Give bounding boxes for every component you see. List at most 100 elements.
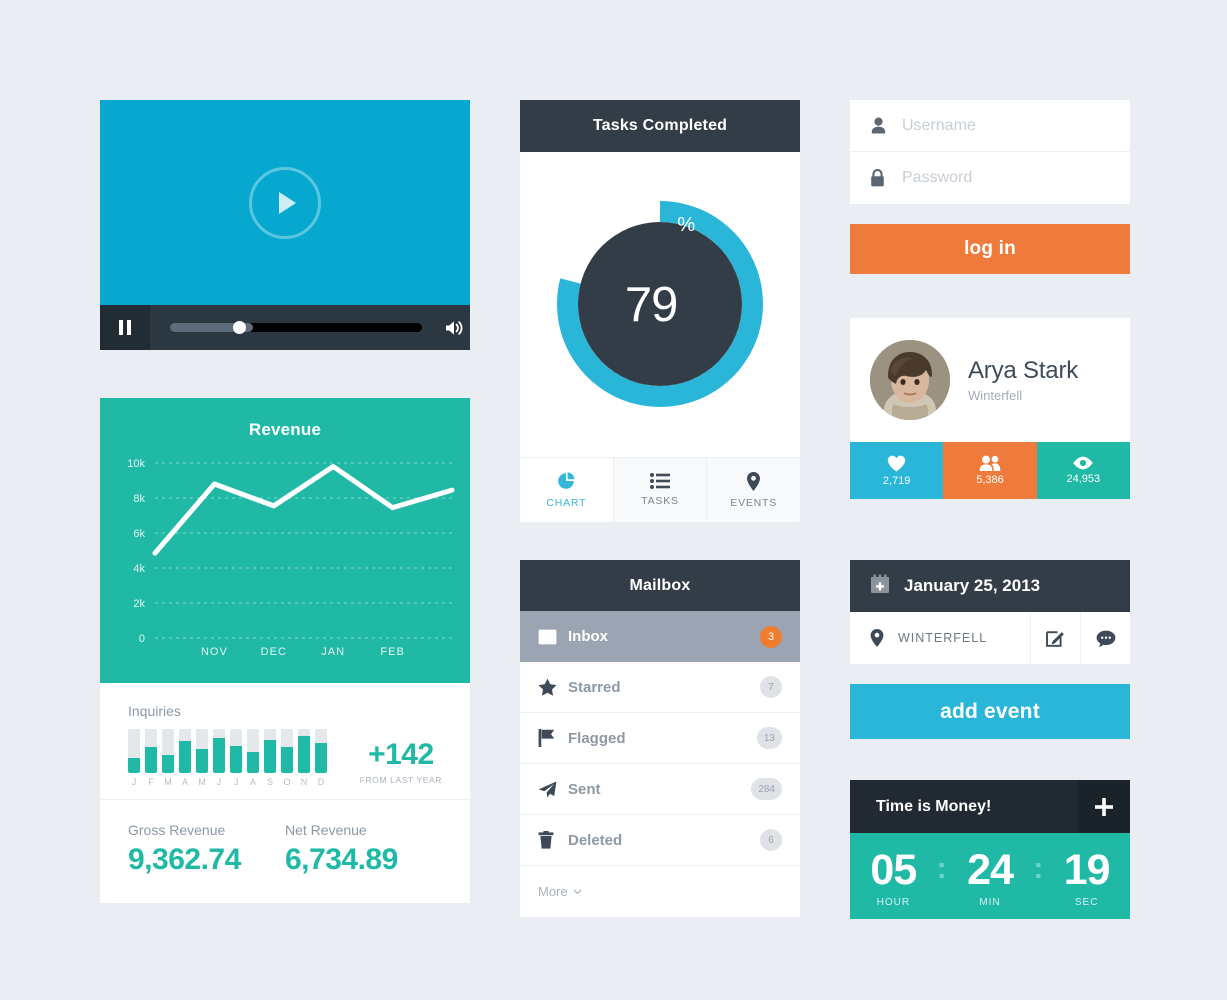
mailbox-item-deleted[interactable]: Deleted 6 bbox=[520, 815, 800, 866]
event-location-row[interactable]: WINTERFELL bbox=[850, 612, 1030, 664]
tasks-percent-value: 79 bbox=[624, 277, 679, 332]
password-row bbox=[850, 152, 1130, 204]
net-revenue-label: Net Revenue bbox=[285, 822, 367, 838]
revenue-card: Revenue 0 2k 4k 6k 8k 10k NOV DEC JAN FEB Inquir… bbox=[100, 398, 470, 903]
stat-followers[interactable]: 5,386 bbox=[943, 442, 1037, 499]
timer-add-button[interactable] bbox=[1078, 780, 1130, 833]
timer-unit-min: 24 MIN bbox=[947, 848, 1034, 908]
mailbox-item-inbox[interactable]: Inbox 3 bbox=[520, 611, 800, 662]
pause-button[interactable] bbox=[100, 305, 150, 350]
mailbox-item-label: Flagged bbox=[568, 729, 626, 747]
seek-area bbox=[150, 321, 440, 334]
inquiry-bar-label: N bbox=[300, 777, 308, 787]
volume-button[interactable] bbox=[440, 319, 470, 337]
login-button[interactable]: log in bbox=[850, 224, 1130, 274]
tab-tasks[interactable]: TASKS bbox=[612, 458, 707, 522]
inquiry-bar-column: A bbox=[179, 729, 191, 787]
add-event-button[interactable]: add event bbox=[850, 684, 1130, 739]
profile-header: Arya Stark Winterfell bbox=[850, 318, 1130, 442]
svg-text:8k: 8k bbox=[133, 493, 145, 505]
inquiries-summary: +142 FROM LAST YEAR bbox=[360, 738, 442, 787]
tab-events[interactable]: EVENTS bbox=[706, 458, 801, 522]
username-row bbox=[850, 100, 1130, 152]
login-form: log in bbox=[850, 100, 1130, 274]
tab-chart[interactable]: CHART bbox=[520, 458, 613, 522]
mailbox-item-starred[interactable]: Starred 7 bbox=[520, 662, 800, 713]
mailbox-item-badge: 284 bbox=[751, 778, 782, 800]
tasks-completed-card: Tasks Completed 79 % CHART TASKS EVENTS bbox=[520, 100, 801, 522]
video-screen[interactable] bbox=[100, 100, 470, 305]
seek-bar[interactable] bbox=[170, 321, 422, 334]
stat-followers-value: 5,386 bbox=[976, 474, 1004, 486]
mailbox-list: Inbox 3 Starred 7 Flagged 13 Sent 284 Deleted 6 bbox=[520, 611, 800, 866]
profile-location: Winterfell bbox=[968, 388, 1023, 403]
star-icon bbox=[538, 678, 568, 696]
inquiry-bar-fill bbox=[298, 735, 310, 773]
trash-icon bbox=[538, 831, 568, 849]
inquiries-bar-chart: JFMAMJJASOND bbox=[128, 729, 327, 787]
inquiry-bar bbox=[230, 729, 242, 773]
tab-chart-label: CHART bbox=[546, 496, 587, 509]
timer-unit-hour: 05 HOUR bbox=[850, 845, 937, 908]
timer-separator: : bbox=[1033, 852, 1044, 885]
mailbox-item-badge: 7 bbox=[760, 676, 782, 698]
tasks-tabbar: CHART TASKS EVENTS bbox=[520, 457, 801, 522]
password-input[interactable] bbox=[902, 169, 1110, 187]
plus-icon bbox=[1095, 797, 1113, 816]
pause-icon bbox=[127, 320, 131, 335]
inquiry-bar bbox=[247, 729, 259, 773]
location-pin-icon bbox=[747, 471, 761, 491]
username-input[interactable] bbox=[902, 116, 1110, 135]
video-controls-bar bbox=[100, 305, 470, 350]
revenue-x-label: DEC bbox=[260, 646, 287, 658]
inquiry-bar-fill bbox=[230, 745, 242, 773]
event-comment-button[interactable] bbox=[1080, 612, 1130, 664]
stat-views-value: 24,953 bbox=[1066, 473, 1101, 485]
inquiry-bar-label: M bbox=[164, 777, 172, 787]
inquiry-bar bbox=[196, 729, 208, 773]
inquiry-bar bbox=[298, 729, 310, 773]
timer-separator: : bbox=[936, 852, 947, 885]
mailbox-item-label: Inbox bbox=[568, 628, 608, 645]
seek-handle[interactable] bbox=[233, 321, 246, 334]
tasks-percent-wrap: 79 % bbox=[520, 152, 800, 457]
pie-chart-icon bbox=[558, 471, 575, 489]
tab-tasks-label: TASKS bbox=[641, 495, 679, 507]
lock-icon bbox=[870, 169, 902, 187]
event-date: January 25, 2013 bbox=[904, 576, 1041, 595]
mailbox-item-label: Starred bbox=[568, 678, 621, 696]
mailbox-more-button[interactable]: More bbox=[520, 866, 800, 917]
inquiry-bar-fill bbox=[315, 743, 327, 773]
mailbox-item-badge: 3 bbox=[760, 625, 782, 648]
timer-card: Time is Money! 05 HOUR:24 MIN:19 SEC bbox=[850, 780, 1130, 919]
edit-icon bbox=[1046, 630, 1064, 647]
inquiry-bar-label: S bbox=[266, 777, 273, 787]
gross-revenue: Gross Revenue 9,362.74 bbox=[128, 822, 285, 877]
login-fields bbox=[850, 100, 1130, 204]
profile-stats: 2,719 5,386 24,953 bbox=[850, 442, 1130, 499]
stat-likes[interactable]: 2,719 bbox=[850, 442, 944, 499]
event-edit-button[interactable] bbox=[1030, 612, 1080, 664]
inquiry-bar-fill bbox=[247, 751, 259, 773]
mailbox-item-flagged[interactable]: Flagged 13 bbox=[520, 713, 800, 764]
event-location-label: WINTERFELL bbox=[898, 631, 988, 645]
list-icon bbox=[650, 473, 670, 489]
mailbox-item-badge: 6 bbox=[760, 829, 782, 851]
svg-text:4k: 4k bbox=[133, 563, 145, 575]
play-button[interactable] bbox=[249, 166, 321, 239]
inquiry-bar-column: S bbox=[264, 729, 276, 787]
mailbox-item-sent[interactable]: Sent 284 bbox=[520, 764, 800, 815]
mailbox-more-label: More bbox=[538, 884, 568, 899]
inquiry-bar-fill bbox=[264, 740, 276, 773]
inquiry-bar bbox=[128, 729, 140, 773]
user-icon bbox=[870, 117, 902, 134]
inquiry-bar-column: N bbox=[298, 729, 310, 787]
inquiry-bar-label: O bbox=[283, 777, 291, 787]
timer-unit-value: 05 bbox=[870, 845, 917, 894]
inquiry-bar-label: M bbox=[198, 777, 206, 787]
inquiry-bar-column: J bbox=[230, 729, 242, 787]
stat-views[interactable]: 24,953 bbox=[1036, 442, 1130, 499]
stat-likes-value: 2,719 bbox=[882, 474, 911, 487]
svg-text:6k: 6k bbox=[133, 528, 145, 540]
inquiries-block: Inquiries JFMAMJJASOND +142 FROM LAST YE… bbox=[100, 683, 470, 800]
